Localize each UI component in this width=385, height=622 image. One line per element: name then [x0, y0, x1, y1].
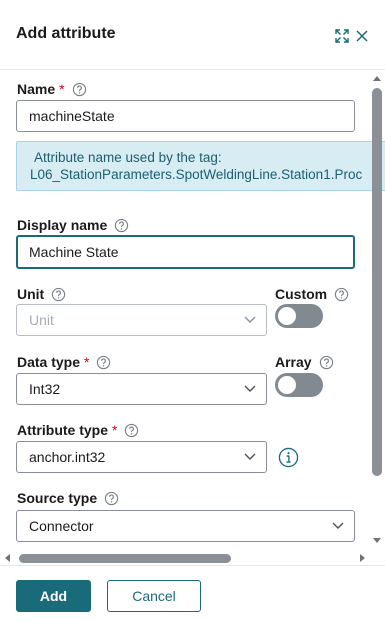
unit-placeholder: Unit [29, 312, 54, 328]
custom-label: Custom [275, 286, 349, 302]
attribute-type-value: anchor.int32 [29, 449, 106, 465]
add-attribute-dialog: Add attribute Name * machineState Attribu… [0, 0, 385, 622]
attribute-type-label: Attribute type * [17, 422, 139, 438]
help-icon[interactable] [104, 491, 119, 506]
toggle-knob [278, 307, 296, 325]
attribute-type-select[interactable]: anchor.int32 [16, 441, 267, 473]
required-mark: * [59, 81, 65, 97]
scroll-right-arrow-icon[interactable] [360, 554, 365, 562]
custom-toggle[interactable] [275, 304, 323, 328]
chevron-down-icon [244, 385, 256, 392]
help-icon[interactable] [114, 218, 129, 233]
chevron-down-icon [244, 316, 256, 323]
data-type-value: Int32 [29, 381, 61, 397]
chevron-down-icon [244, 453, 256, 460]
chevron-down-icon [332, 522, 344, 529]
horizontal-scroll-thumb[interactable] [19, 554, 231, 563]
required-mark: * [112, 422, 118, 438]
help-icon[interactable] [124, 423, 139, 438]
required-mark: * [84, 354, 90, 370]
form-scroll-area[interactable]: Name * machineState Attribute name used b… [0, 71, 385, 564]
unit-label: Unit [17, 286, 66, 302]
info-line-2: L06_StationParameters.SpotWeldingLine.St… [30, 167, 363, 182]
help-icon[interactable] [72, 82, 87, 97]
info-line-1: Attribute name used by the tag: [34, 150, 222, 165]
dialog-footer: Add Cancel [0, 565, 385, 622]
array-toggle[interactable] [275, 373, 323, 397]
source-type-label: Source type [17, 490, 119, 506]
source-type-value: Connector [29, 518, 94, 534]
source-type-select[interactable]: Connector [16, 510, 355, 542]
info-icon[interactable] [278, 447, 299, 468]
cancel-button[interactable]: Cancel [107, 580, 201, 612]
data-type-select[interactable]: Int32 [16, 373, 267, 405]
scroll-down-arrow-icon[interactable] [373, 538, 381, 543]
name-label: Name * [17, 81, 87, 97]
toggle-knob [278, 376, 296, 394]
unit-select[interactable]: Unit [16, 304, 267, 336]
scroll-left-arrow-icon[interactable] [5, 554, 10, 562]
close-icon[interactable] [354, 28, 370, 44]
array-label: Array [275, 354, 334, 370]
vertical-scroll-thumb[interactable] [372, 88, 382, 476]
name-input[interactable]: machineState [16, 100, 355, 132]
help-icon[interactable] [96, 355, 111, 370]
help-icon[interactable] [319, 355, 334, 370]
display-name-input[interactable]: Machine State [16, 235, 355, 269]
help-icon[interactable] [51, 287, 66, 302]
help-icon[interactable] [334, 287, 349, 302]
data-type-label: Data type * [17, 354, 111, 370]
attribute-name-info-message: Attribute name used by the tag: L06_Stat… [16, 141, 385, 191]
dialog-header: Add attribute [0, 0, 385, 70]
dialog-title: Add attribute [16, 25, 116, 42]
add-button[interactable]: Add [16, 580, 91, 612]
scroll-up-arrow-icon[interactable] [373, 76, 381, 81]
expand-icon[interactable] [334, 28, 350, 44]
display-name-label: Display name [17, 217, 129, 233]
